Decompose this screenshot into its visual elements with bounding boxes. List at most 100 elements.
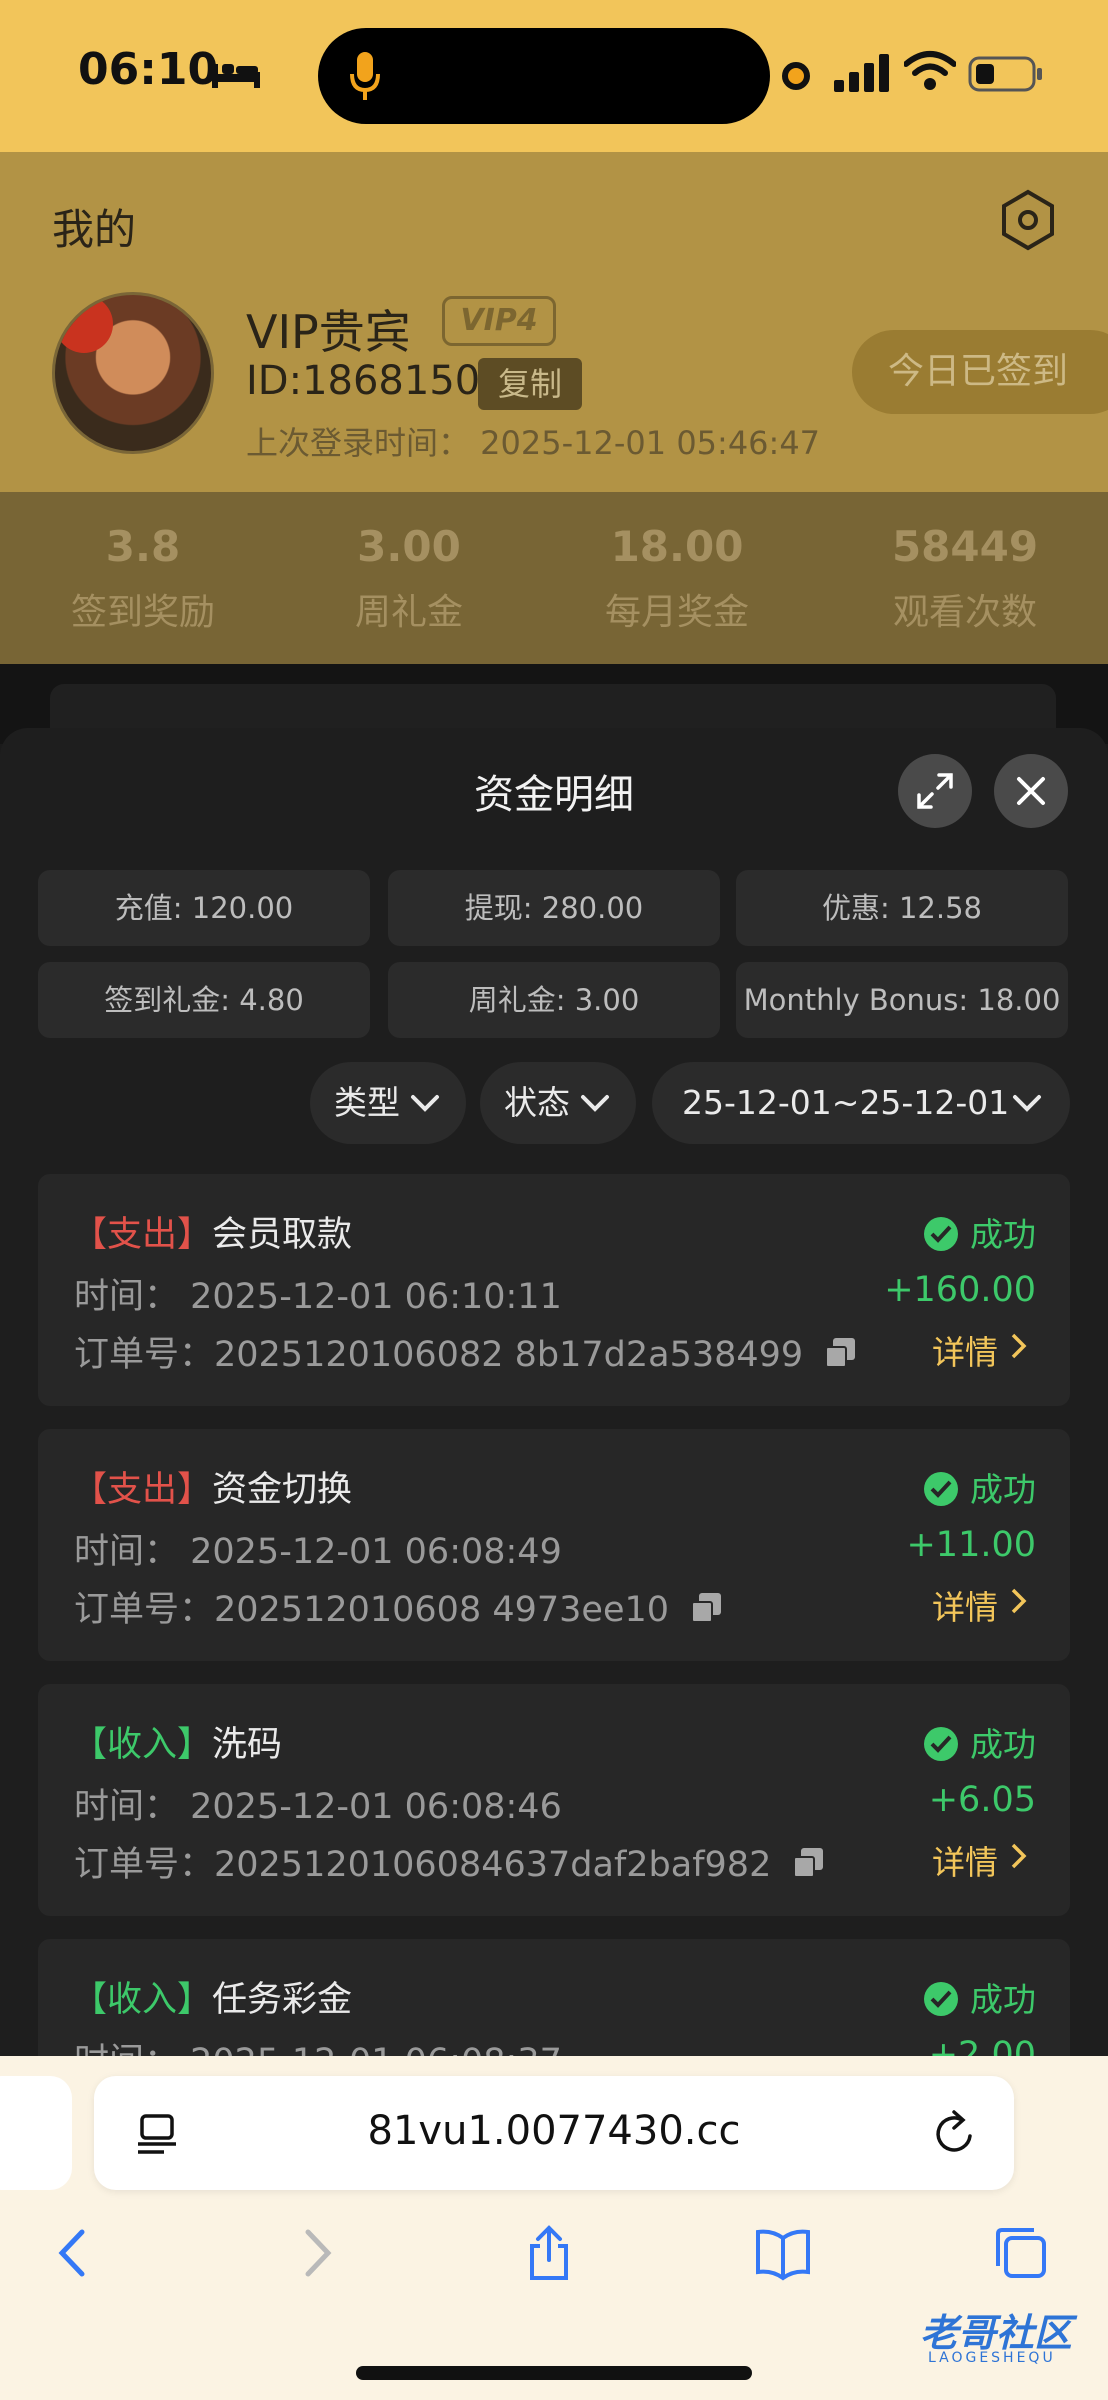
stat-value: 58449 (891, 522, 1039, 571)
status-text: 成功 (970, 1470, 1036, 1509)
settings-icon[interactable] (996, 188, 1060, 252)
status-badge: 成功 (924, 1973, 1036, 2021)
transaction-time: 时间： 2025-12-01 06:08:46 (74, 1787, 562, 1827)
tabs-icon[interactable] (992, 2224, 1050, 2282)
stat-weekly-gift: 3.00 周礼金 (274, 522, 544, 635)
status-badge: 成功 (924, 1208, 1036, 1256)
back-icon[interactable] (44, 2224, 102, 2282)
chevron-right-icon (1011, 1588, 1027, 1614)
transaction-amount: +6.05 (928, 1780, 1036, 1820)
transaction-card[interactable]: 【收入】洗码 时间： 2025-12-01 06:08:46 订单号：20251… (38, 1684, 1070, 1916)
status-text: 成功 (970, 1725, 1036, 1764)
watermark-subtext: LAOGESHEQU (928, 2350, 1056, 2366)
user-id: ID:1868150 (246, 358, 481, 404)
transaction-amount: +160.00 (884, 1270, 1036, 1310)
transaction-amount: +11.00 (906, 1525, 1036, 1565)
stat-value: 3.8 (105, 522, 181, 571)
transaction-title: 【支出】资金切换 (72, 1461, 352, 1512)
profile-header: 我的 VIP贵宾 VIP4 ID:1868150 复制 上次登录时间： 2025… (0, 152, 1108, 492)
order-number: 订单号：202512010608 4973ee10 (74, 1590, 670, 1630)
chevron-down-icon (581, 1095, 609, 1112)
transaction-card[interactable]: 【支出】资金切换 时间： 2025-12-01 06:08:49 订单号：202… (38, 1429, 1070, 1661)
close-button[interactable] (994, 754, 1068, 828)
order-number: 订单号：2025120106084637daf2baf982 (74, 1845, 772, 1885)
vip-name: VIP贵宾 (246, 305, 411, 359)
transaction-type-tag: 【支出】 (72, 1470, 213, 1510)
sleep-focus-icon (212, 64, 260, 88)
copy-id-button[interactable]: 复制 (478, 358, 582, 410)
transaction-name: 资金切换 (212, 1470, 353, 1510)
transaction-name: 任务彩金 (212, 1980, 353, 2020)
copy-icon[interactable] (691, 1593, 723, 1625)
status-filter[interactable]: 状态 (480, 1062, 636, 1144)
privacy-indicator-icon (782, 62, 810, 90)
transaction-type-tag: 【收入】 (72, 1980, 213, 2020)
previous-tab-preview[interactable] (0, 2076, 72, 2190)
date-range-label: 25-12-01~25-12-01 (682, 1083, 1010, 1122)
transaction-title: 【收入】任务彩金 (72, 1971, 352, 2022)
expand-icon (917, 773, 953, 809)
status-time: 06:10 (78, 44, 219, 95)
date-range-filter[interactable]: 25-12-01~25-12-01 (652, 1062, 1070, 1144)
detail-link[interactable]: 详情 (932, 1326, 1027, 1374)
transaction-name: 会员取款 (212, 1215, 353, 1255)
stat-monthly-bonus: 18.00 每月奖金 (542, 522, 812, 635)
order-number: 订单号：2025120106082 8b17d2a538499 (74, 1335, 804, 1375)
address-bar[interactable]: 81vu1.0077430.cc (94, 2076, 1014, 2190)
detail-link[interactable]: 详情 (932, 1581, 1027, 1629)
stat-label: 观看次数 (892, 592, 1037, 633)
summary-weekly-gift: 周礼金: 3.00 (388, 962, 720, 1038)
transaction-title: 【收入】洗码 (72, 1716, 282, 1767)
transaction-name: 洗码 (212, 1725, 283, 1765)
stat-view-count: 58449 观看次数 (830, 522, 1100, 635)
transaction-card[interactable]: 【收入】任务彩金 时间： 2025-12-01 06:08:37 成功 +2.0… (38, 1939, 1070, 2058)
chevron-down-icon (1013, 1095, 1041, 1112)
transaction-type-tag: 【支出】 (72, 1215, 213, 1255)
cellular-signal-icon (834, 54, 889, 92)
flag-icon (55, 295, 113, 353)
reload-icon[interactable] (932, 2110, 978, 2158)
dynamic-island (318, 28, 770, 124)
type-filter[interactable]: 类型 (310, 1062, 466, 1144)
copy-icon[interactable] (793, 1848, 825, 1880)
transaction-time: 时间： 2025-12-01 06:08:49 (74, 1532, 562, 1572)
check-circle-icon (924, 1982, 958, 2016)
forward-icon[interactable] (288, 2224, 346, 2282)
signin-button[interactable]: 今日已签到 (852, 330, 1108, 414)
status-badge: 成功 (924, 1463, 1036, 1511)
summary-withdraw: 提现: 280.00 (388, 870, 720, 946)
type-filter-label: 类型 (334, 1083, 400, 1122)
battery-icon (968, 56, 1042, 92)
bookmarks-icon[interactable] (754, 2224, 812, 2282)
summary-monthly-bonus: Monthly Bonus: 18.00 (736, 962, 1068, 1038)
vip-level-badge: VIP4 (442, 296, 556, 346)
close-icon (1017, 777, 1045, 805)
status-text: 成功 (970, 1215, 1036, 1254)
detail-label: 详情 (932, 1843, 998, 1882)
status-bar: 06:10 (0, 0, 1108, 152)
detail-label: 详情 (932, 1333, 998, 1372)
avatar[interactable] (52, 292, 214, 454)
detail-label: 详情 (932, 1588, 998, 1627)
page-title: 我的 (52, 205, 137, 254)
transaction-time: 时间： 2025-12-01 06:10:11 (74, 1277, 562, 1317)
transaction-card[interactable]: 【支出】会员取款 时间： 2025-12-01 06:10:11 订单号：202… (38, 1174, 1070, 1406)
expand-button[interactable] (898, 754, 972, 828)
summary-discount: 优惠: 12.58 (736, 870, 1068, 946)
summary-signin-gift: 签到礼金: 4.80 (38, 962, 370, 1038)
stat-value: 18.00 (610, 522, 744, 571)
transaction-title: 【支出】会员取款 (72, 1206, 352, 1257)
status-text: 成功 (970, 1980, 1036, 2019)
home-indicator[interactable] (356, 2366, 752, 2380)
copy-icon[interactable] (825, 1338, 857, 1370)
stat-signin-reward: 3.8 签到奖励 (8, 522, 278, 635)
microphone-icon (350, 52, 380, 100)
detail-link[interactable]: 详情 (932, 1836, 1027, 1884)
watermark-logo: 老哥社区 LAOGESHEQU (870, 2296, 1096, 2372)
transaction-order: 订单号：202512010608 4973ee10 (74, 1581, 723, 1632)
chevron-right-icon (1011, 1333, 1027, 1359)
transaction-amount: +2.00 (928, 2035, 1036, 2058)
share-icon[interactable] (520, 2224, 578, 2282)
check-circle-icon (924, 1472, 958, 1506)
check-circle-icon (924, 1727, 958, 1761)
